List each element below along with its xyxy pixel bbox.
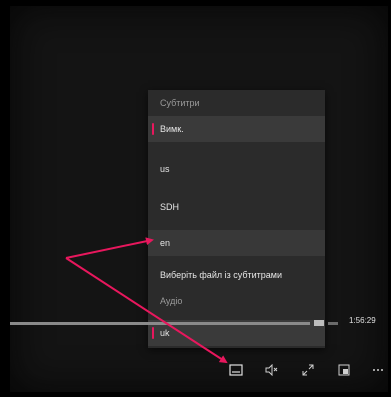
- more-icon: [373, 369, 383, 371]
- menu-item-label: SDH: [160, 202, 180, 212]
- menu-item-label: en: [160, 238, 171, 248]
- seek-thumb[interactable]: [314, 320, 324, 326]
- menu-item-label: Вимк.: [160, 124, 184, 134]
- subtitle-option-sdh[interactable]: SDH: [148, 194, 325, 220]
- mini-player-button[interactable]: [334, 360, 354, 380]
- volume-button[interactable]: [262, 360, 282, 380]
- seek-bar[interactable]: [10, 322, 310, 325]
- subtitle-option-us[interactable]: us: [148, 156, 325, 182]
- menu-item-label: us: [160, 164, 170, 174]
- more-button[interactable]: [368, 360, 388, 380]
- menu-item-label: Виберіть файл із субтитрами: [160, 270, 282, 280]
- subtitles-icon: [229, 364, 243, 376]
- subtitles-button[interactable]: [226, 360, 246, 380]
- volume-icon: [265, 364, 278, 376]
- time-remaining: 1:56:29: [349, 316, 376, 325]
- fullscreen-button[interactable]: [298, 360, 318, 380]
- subtitles-audio-menu: Субтитри Вимк. us SDH en Виберіть файл і…: [148, 90, 325, 348]
- subtitles-header: Субтитри: [160, 98, 200, 108]
- audio-header: Аудіо: [160, 296, 183, 306]
- fullscreen-icon: [302, 364, 314, 376]
- subtitle-option-off[interactable]: Вимк.: [148, 116, 325, 142]
- menu-item-label: uk: [160, 328, 170, 338]
- choose-subtitle-file[interactable]: Виберіть файл із субтитрами: [148, 262, 325, 288]
- subtitle-option-en[interactable]: en: [148, 230, 325, 256]
- mini-player-icon: [338, 364, 350, 376]
- seek-bar-remaining[interactable]: [328, 322, 338, 325]
